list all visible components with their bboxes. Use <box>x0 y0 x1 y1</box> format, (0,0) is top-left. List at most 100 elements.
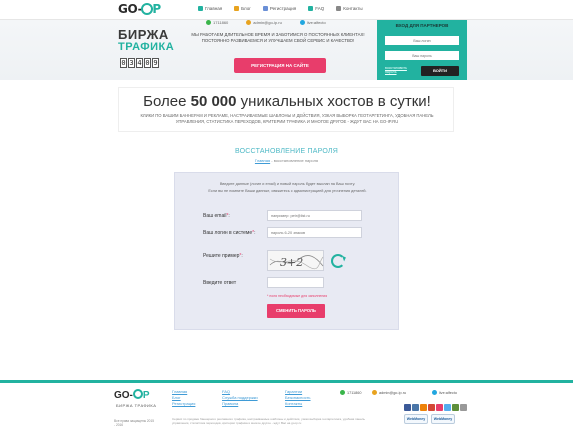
user-icon <box>262 6 268 11</box>
footer-contact-icq-label: 1711860 <box>347 390 362 395</box>
counter-digit: 0 <box>120 58 127 68</box>
contact-email[interactable]: admin@go-ip.ru <box>246 20 282 25</box>
partner-login-panel: ВХОД ДЛЯ ПАРТНЕРОВ восстановить пароль В… <box>377 20 467 80</box>
email-icon <box>372 390 377 395</box>
answer-label: Введите ответ <box>203 280 237 286</box>
login-label-text: Ваш логин в системе <box>203 230 253 236</box>
restore-form-panel: Введите данные (логин и email) и новый п… <box>174 172 399 330</box>
footer-logo[interactable]: GO- P <box>114 389 150 401</box>
odnoklassniki-icon[interactable] <box>420 404 427 411</box>
nav-faq-label: FAQ <box>315 6 325 11</box>
login-field[interactable] <box>267 227 362 238</box>
page-title: ВОССТАНОВЛЕНИЕ ПАРОЛЯ <box>235 148 338 155</box>
footer-link-rules[interactable]: Правила <box>222 401 258 407</box>
forgot-password-link[interactable]: восстановить пароль <box>385 66 415 74</box>
payment-badges: WebMoney WebMoney <box>404 414 455 424</box>
partner-login-input[interactable] <box>385 36 459 45</box>
headline-text: Более 50 000 уникальных хостов в сутки! <box>119 93 455 110</box>
footer-logo-left: GO- <box>114 390 133 401</box>
counter-digit: 4 <box>136 58 143 68</box>
footer-contact-skype[interactable]: live:alfecto <box>432 390 457 395</box>
footer-col-2: FAQ Служба поддержки Правила <box>222 389 258 407</box>
headline-subtext: КЛИКИ ПО ВАШИМ БАННЕРАМ И РЕКЛАМЕ, НАСТР… <box>140 113 434 124</box>
required-note: * поля необходимые для заполнения <box>267 294 328 298</box>
footer-col-3: Гарантии Безопасность Контакты <box>285 389 311 407</box>
headline-post: уникальных хостов в сутки! <box>236 93 431 110</box>
email-icon <box>246 20 252 25</box>
brand-line-1: БИРЖА <box>118 27 169 42</box>
email-label: Ваш email*: <box>203 213 230 219</box>
footer-copyright: Все права защищены 2015 - 2016 <box>114 419 154 427</box>
footer-contact-skype-label: live:alfecto <box>439 390 457 395</box>
headline-strong: 50 000 <box>190 93 237 110</box>
nav-blog[interactable]: Блог <box>234 6 251 11</box>
contact-skype-label: live:alfecto <box>306 20 326 25</box>
answer-field[interactable] <box>267 277 324 288</box>
google-plus-icon[interactable] <box>428 404 435 411</box>
partner-login-title: ВХОД ДЛЯ ПАРТНЕРОВ <box>395 23 449 28</box>
visitor-counter: 0 3 4 0 9 <box>120 58 159 68</box>
login-label: Ваш логин в системе*: <box>203 230 256 236</box>
webmoney-badge[interactable]: WebMoney <box>431 414 455 424</box>
webmoney-badge[interactable]: WebMoney <box>404 414 428 424</box>
nav-blog-label: Блог <box>241 6 251 11</box>
nav-register[interactable]: Регистрация <box>262 6 297 11</box>
contact-icq[interactable]: 1711860 <box>206 20 228 25</box>
nav-home[interactable]: Главная <box>198 6 222 11</box>
register-button[interactable]: РЕГИСТРАЦИЯ НА САЙТЕ <box>234 58 326 73</box>
contact-skype[interactable]: live:alfecto <box>299 20 326 25</box>
svg-text:3+2: 3+2 <box>280 256 303 269</box>
site-logo[interactable]: GO- P <box>118 2 161 16</box>
footer-tagline: БИРЖА ТРАФИКА <box>116 403 157 408</box>
headline-pre: Более <box>143 93 191 110</box>
captcha-graphic: 3+2 <box>269 255 324 270</box>
counter-digit: 3 <box>128 58 135 68</box>
captcha-label: Решите пример*: <box>203 253 243 259</box>
captcha-label-text: Решите пример <box>203 253 240 259</box>
top-bar: GO- P Главная Блог Регистрация FAQ Контак… <box>0 0 573 20</box>
refresh-captcha-icon[interactable] <box>331 254 345 268</box>
rss-icon[interactable] <box>452 404 459 411</box>
partner-login-button[interactable]: ВОЙТИ <box>421 66 459 76</box>
footer-logo-circle-icon <box>132 389 143 399</box>
footer-col-1: Главная Блог Регистрация <box>172 389 195 407</box>
footer-contact-email[interactable]: admin@go-ip.ru <box>372 390 406 395</box>
restore-note-line-2: Если вы не помните Ваши данные, свяжитес… <box>208 189 367 193</box>
logo-text-left: GO- <box>118 2 143 16</box>
footer-link-contacts[interactable]: Контакты <box>285 401 311 407</box>
vk-icon[interactable] <box>412 404 419 411</box>
footer-logo-right: P <box>142 390 150 401</box>
share-icon[interactable] <box>460 404 467 411</box>
icq-icon <box>340 390 345 395</box>
home-icon <box>198 6 203 11</box>
change-password-button[interactable]: СМЕНИТЬ ПАРОЛЬ <box>267 304 325 318</box>
contact-email-label: admin@go-ip.ru <box>253 20 282 25</box>
breadcrumb: Главная - восстановление пароля <box>0 158 573 163</box>
email-field[interactable] <box>267 210 362 221</box>
promo-text: МЫ РАБОТАЕМ ДЛИТЕЛЬНОЕ ВРЕМЯ И ЗАБОТИМСЯ… <box>191 32 365 43</box>
footer-description: Сервис по продаже баннерного рекламного … <box>172 417 365 425</box>
nav-contacts[interactable]: Контакты <box>336 6 363 11</box>
question-icon <box>308 6 314 11</box>
breadcrumb-current: - восстановление пароля <box>270 158 319 163</box>
nav-faq[interactable]: FAQ <box>308 6 324 11</box>
pencil-icon <box>234 6 240 11</box>
social-links <box>404 404 467 411</box>
twitter-icon[interactable] <box>444 404 451 411</box>
facebook-icon[interactable] <box>404 404 411 411</box>
icq-icon <box>206 20 211 25</box>
footer-contact-icq[interactable]: 1711860 <box>340 390 362 395</box>
nav-home-label: Главная <box>205 6 223 11</box>
nav-register-label: Регистрация <box>269 6 297 11</box>
instagram-icon[interactable] <box>436 404 443 411</box>
partner-password-input[interactable] <box>385 51 459 60</box>
nav-contacts-label: Контакты <box>343 6 363 11</box>
footer: GO- P БИРЖА ТРАФИКА Все права защищены 20… <box>0 380 573 433</box>
headline-box: Более 50 000 уникальных хостов в сутки! … <box>118 87 454 132</box>
banner: 1711860 admin@go-ip.ru live:alfecto БИРЖ… <box>0 20 573 80</box>
counter-digit: 9 <box>152 58 159 68</box>
brand-line-2: ТРАФИКА <box>118 41 175 53</box>
footer-link-register[interactable]: Регистрация <box>172 401 195 407</box>
brand-title: БИРЖА ТРАФИКА <box>118 28 174 53</box>
breadcrumb-home-link[interactable]: Главная <box>255 158 270 163</box>
